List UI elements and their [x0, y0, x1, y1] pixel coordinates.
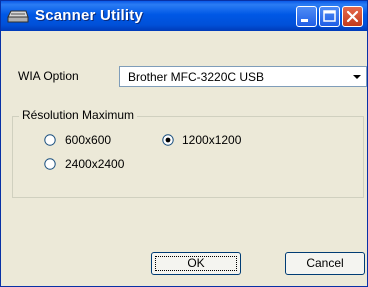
focus-rectangle	[155, 256, 237, 271]
dropdown-button[interactable]	[348, 67, 366, 86]
scanner-utility-window: Scanner Utility WIA Option Brother MFC-3…	[0, 0, 368, 287]
minimize-icon	[301, 19, 308, 22]
radio-1200x1200[interactable]	[162, 134, 174, 146]
close-button[interactable]	[342, 6, 363, 27]
maximize-button[interactable]	[319, 6, 340, 27]
maximize-icon	[323, 10, 336, 22]
cancel-button[interactable]: Cancel	[285, 252, 365, 275]
title-bar[interactable]: Scanner Utility	[1, 1, 367, 31]
radio-1200x1200-label[interactable]: 1200x1200	[182, 133, 241, 147]
wia-option-select[interactable]: Brother MFC-3220C USB	[119, 66, 367, 87]
radio-2400x2400[interactable]	[44, 158, 56, 170]
ok-button[interactable]: OK	[151, 252, 241, 275]
close-icon	[346, 10, 359, 23]
chevron-down-icon	[353, 75, 361, 79]
radio-2400x2400-label[interactable]: 2400x2400	[65, 157, 124, 171]
cancel-button-label: Cancel	[306, 256, 344, 270]
wia-option-value: Brother MFC-3220C USB	[128, 70, 265, 84]
resolution-legend: Résolution Maximum	[19, 108, 138, 122]
scanner-icon	[7, 10, 29, 23]
radio-600x600[interactable]	[44, 134, 56, 146]
radio-600x600-label[interactable]: 600x600	[65, 133, 111, 147]
wia-option-label: WIA Option	[18, 69, 79, 83]
minimize-button[interactable]	[296, 6, 317, 27]
window-title: Scanner Utility	[35, 7, 144, 24]
